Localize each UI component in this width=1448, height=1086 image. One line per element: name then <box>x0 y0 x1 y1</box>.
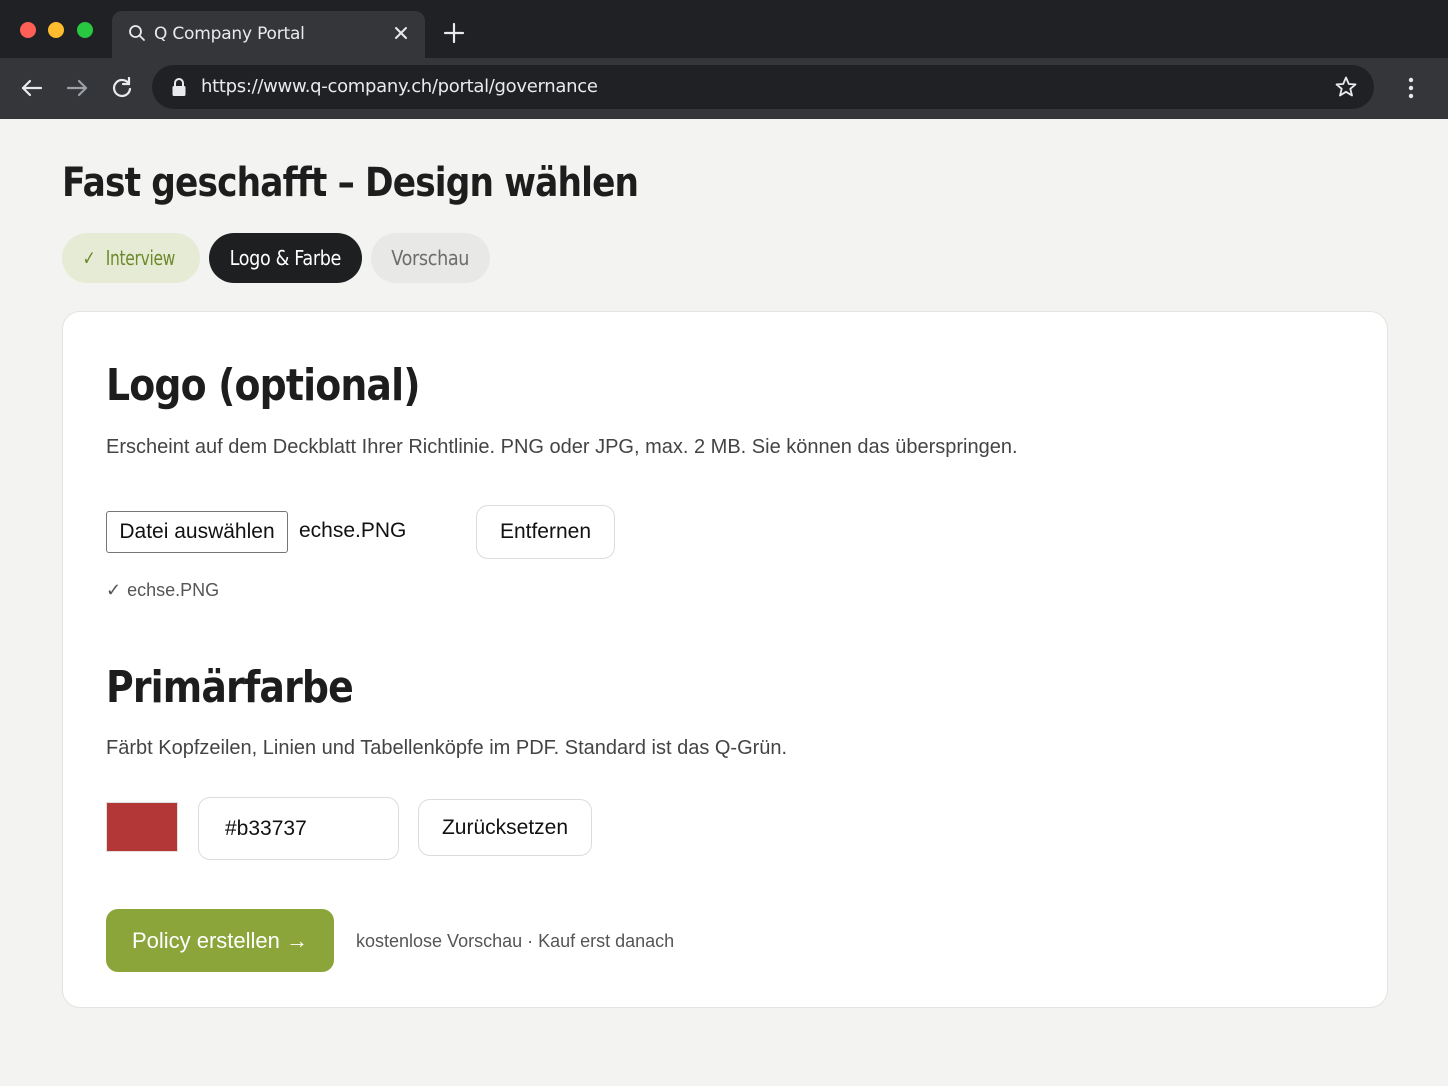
upload-status: ✓ echse.PNG <box>106 580 219 601</box>
more-menu-icon[interactable] <box>1399 74 1423 102</box>
color-heading: Primärfarbe <box>106 662 354 713</box>
selected-file-name: echse.PNG <box>299 519 407 542</box>
step-vorschau[interactable]: Vorschau <box>371 233 490 283</box>
forward-arrow-icon[interactable] <box>63 74 91 102</box>
design-card: Logo (optional) Erscheint auf dem Deckbl… <box>62 311 1388 1008</box>
browser-toolbar: https://www.q-company.ch/portal/governan… <box>0 58 1448 119</box>
url-text: https://www.q-company.ch/portal/governan… <box>201 76 598 97</box>
tab-title: Q Company Portal <box>154 24 305 44</box>
back-arrow-icon[interactable] <box>18 74 46 102</box>
step-logo-farbe[interactable]: Logo & Farbe <box>209 233 362 283</box>
remove-logo-button[interactable]: Entfernen <box>476 505 615 559</box>
preview-note: kostenlose Vorschau · Kauf erst danach <box>356 931 675 951</box>
logo-heading: Logo (optional) <box>106 360 421 411</box>
check-icon: ✓ <box>106 580 122 600</box>
maximize-window-button[interactable] <box>77 22 93 38</box>
star-icon[interactable] <box>1334 75 1358 99</box>
create-policy-button[interactable]: Policy erstellen → <box>106 909 334 972</box>
uploaded-file-name: echse.PNG <box>127 580 220 600</box>
address-bar[interactable]: https://www.q-company.ch/portal/governan… <box>152 65 1374 109</box>
minimize-window-button[interactable] <box>48 22 64 38</box>
step-label: Vorschau <box>391 246 470 270</box>
search-icon <box>129 25 145 41</box>
reload-icon[interactable] <box>108 74 136 102</box>
logo-description: Erscheint auf dem Deckblatt Ihrer Richtl… <box>106 436 1018 458</box>
lock-icon <box>172 78 186 96</box>
check-icon: ✓ <box>82 246 96 270</box>
choose-file-button[interactable]: Datei auswählen <box>106 511 288 553</box>
tab-bar: Q Company Portal <box>0 0 1448 58</box>
browser-chrome: Q Company Portal https://www.q-company.c… <box>0 0 1448 119</box>
close-icon[interactable] <box>391 23 411 43</box>
color-swatch[interactable] <box>106 802 178 852</box>
plus-icon[interactable] <box>442 21 466 45</box>
step-interview[interactable]: ✓ Interview <box>62 233 200 283</box>
hex-color-input[interactable] <box>198 797 399 860</box>
step-label: Interview <box>106 246 176 270</box>
color-description: Färbt Kopfzeilen, Linien und Tabellenköp… <box>106 737 788 759</box>
browser-tab[interactable]: Q Company Portal <box>112 11 425 58</box>
step-label: Logo & Farbe <box>229 246 342 270</box>
close-window-button[interactable] <box>20 22 36 38</box>
reset-color-button[interactable]: Zurücksetzen <box>418 799 592 856</box>
page-title: Fast geschafft – Design wählen <box>62 160 639 206</box>
